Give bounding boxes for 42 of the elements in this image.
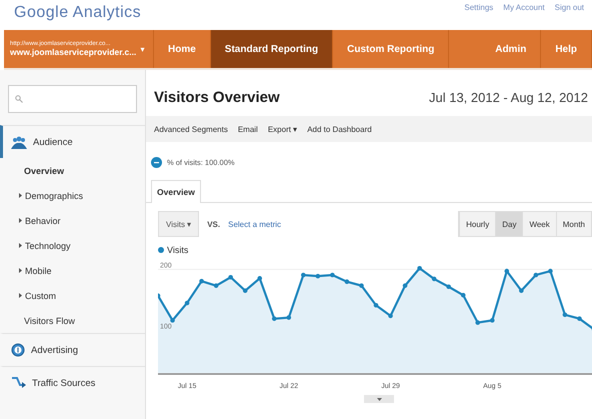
account-name: www.joomlaserviceprovider.c... — [10, 47, 136, 57]
sidebar-item[interactable]: Technology — [0, 233, 145, 258]
people-icon — [11, 136, 27, 148]
toolbar-button[interactable]: Email — [238, 124, 258, 134]
metric-dropdown[interactable]: Visits ▾ — [158, 211, 200, 237]
page-title: Visitors Overview — [154, 88, 280, 106]
sidebar-item[interactable]: Overview — [0, 158, 145, 183]
sidebar-item[interactable]: Behavior — [0, 208, 145, 233]
logo[interactable]: Google Analytics — [14, 4, 142, 22]
caret-icon — [376, 398, 382, 400]
granularity-button[interactable]: Month — [556, 212, 591, 236]
sidebar-item[interactable]: Mobile — [0, 258, 145, 283]
toolbar-button[interactable]: Add to Dashboard — [307, 124, 372, 134]
segment-icon — [151, 156, 162, 168]
sidebar-item[interactable]: Custom — [0, 283, 145, 308]
sidebar-section[interactable]: Audience — [0, 125, 145, 158]
arrows-icon — [11, 376, 26, 390]
search-icon — [15, 95, 23, 103]
expand-arrow-icon — [19, 218, 22, 223]
search-field[interactable] — [8, 85, 137, 113]
expand-arrow-icon — [19, 193, 22, 198]
vs-label: VS. — [207, 220, 220, 228]
granularity-button[interactable]: Day — [495, 212, 522, 236]
select-metric-link[interactable]: Select a metric — [228, 220, 282, 228]
toolbar-button[interactable]: Export ▾ — [268, 124, 298, 134]
sidebar-item[interactable]: Demographics — [0, 183, 145, 208]
expand-arrow-icon — [19, 243, 22, 248]
caret-icon: ▾ — [140, 44, 144, 54]
toolbar-button[interactable]: Advanced Segments — [154, 124, 228, 134]
expand-arrow-icon — [19, 268, 22, 273]
nav-tab[interactable]: Standard Reporting — [210, 30, 334, 68]
sidebar-section[interactable]: Advertising — [0, 333, 145, 366]
granularity-button[interactable]: Hourly — [459, 212, 496, 236]
resize-handle[interactable] — [364, 395, 394, 403]
sidebar-section[interactable]: Traffic Sources — [0, 366, 145, 399]
sidebar-item[interactable]: Visitors Flow — [0, 308, 145, 333]
tab[interactable]: Overview — [151, 180, 201, 203]
legend-label: Visits — [167, 245, 188, 255]
legend-dot — [158, 247, 164, 253]
date-range[interactable]: Jul 13, 2012 - Aug 12, 2012 — [428, 90, 588, 104]
granularity-button[interactable]: Week — [522, 212, 556, 236]
expand-arrow-icon — [19, 293, 22, 298]
